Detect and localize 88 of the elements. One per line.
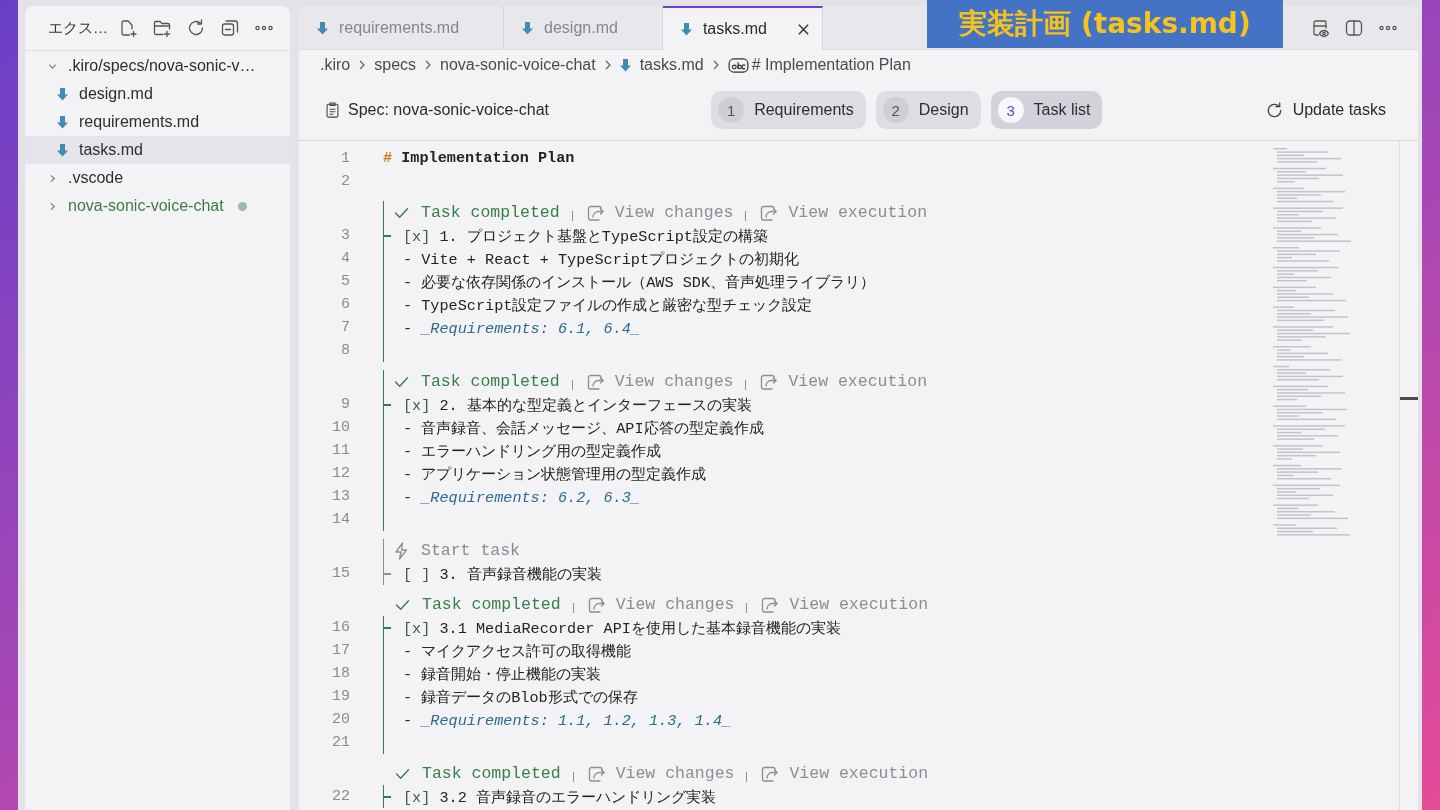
line-number: 10 xyxy=(332,419,350,436)
down-arrow-icon xyxy=(57,143,68,157)
code-line: - 録音データのBlob形式での保存 xyxy=(403,689,638,707)
code-line: - 音声録音、会話メッセージ、API応答の型定義作成 xyxy=(403,420,764,438)
breadcrumb-item[interactable]: .kiro xyxy=(320,56,351,74)
line-number: 11 xyxy=(332,442,350,459)
refresh-icon[interactable] xyxy=(186,18,206,38)
scroll-position-marker xyxy=(1400,397,1418,400)
code-line: - _Requirements: 6.2, 6.3_ xyxy=(403,489,640,507)
code-line: - マイクアクセス許可の取得機能 xyxy=(403,643,632,661)
chevron-right-icon xyxy=(711,59,720,71)
code-line: - TypeScript設定ファイルの作成と厳密な型チェック設定 xyxy=(403,297,813,315)
line-number: 4 xyxy=(341,250,350,267)
line-number: 9 xyxy=(341,396,350,413)
line-number: 1 xyxy=(341,150,350,167)
new-file-icon[interactable] xyxy=(118,18,138,38)
code-line: - _Requirements: 6.1, 6.4_ xyxy=(403,320,640,338)
tree-item[interactable]: tasks.md xyxy=(25,136,290,164)
line-number: 12 xyxy=(332,465,350,482)
step-number: 2 xyxy=(882,97,909,123)
breadcrumb-item[interactable]: nova-sonic-voice-chat xyxy=(440,56,596,74)
step-tab[interactable]: 1 Requirements xyxy=(711,91,866,129)
chevron-right-icon xyxy=(603,59,612,71)
breadcrumb-item[interactable]: # Implementation Plan xyxy=(727,56,911,74)
code-line: - エラーハンドリング用の型定義作成 xyxy=(403,443,662,461)
line-number: 20 xyxy=(332,711,350,728)
spec-title: Spec: nova-sonic-voice-chat xyxy=(348,101,549,119)
line-number: 15 xyxy=(332,565,350,582)
split-editor-icon[interactable] xyxy=(1344,18,1364,38)
task-status: Task completed xyxy=(421,372,560,391)
step-tab[interactable]: 2 Design xyxy=(875,91,981,129)
down-arrow-icon xyxy=(522,21,534,35)
update-tasks-button[interactable]: Update tasks xyxy=(1264,100,1386,120)
code-line: [ ] 3. 音声録音機能の実装 xyxy=(403,566,602,584)
line-number: 17 xyxy=(332,642,350,659)
collapse-all-icon[interactable] xyxy=(220,18,240,38)
new-folder-icon[interactable] xyxy=(152,18,172,38)
breadcrumb-item[interactable]: tasks.md xyxy=(619,56,704,74)
code-line: [x] 2. 基本的な型定義とインターフェースの実装 xyxy=(403,397,752,415)
step-tab[interactable]: 3 Task list xyxy=(990,91,1103,129)
task-status: Task completed xyxy=(421,203,560,222)
down-arrow-icon xyxy=(57,87,68,101)
breadcrumb-item[interactable]: specs xyxy=(374,56,417,74)
task-status: Task completed xyxy=(422,595,561,614)
tree-item[interactable]: .vscode xyxy=(25,164,290,192)
code-line: # Implementation Plan xyxy=(383,148,575,169)
code-line: - アプリケーション状態管理用の型定義作成 xyxy=(403,466,707,484)
document-eye-icon[interactable] xyxy=(1310,18,1330,38)
code-line: - _Requirements: 1.1, 1.2, 1.3, 1.4_ xyxy=(403,712,732,730)
line-number: 16 xyxy=(332,619,350,636)
slide-title: 実装計画 (tasks.md) xyxy=(927,0,1283,48)
tree-item[interactable]: nova-sonic-voice-chat xyxy=(25,192,290,220)
chevron-right-icon xyxy=(358,59,367,71)
down-arrow-icon xyxy=(619,58,631,72)
down-arrow-icon xyxy=(317,21,328,35)
task-status: Task completed xyxy=(422,764,561,783)
close-icon[interactable] xyxy=(796,22,810,36)
line-number: 21 xyxy=(332,734,350,751)
editor-tab[interactable]: tasks.md xyxy=(662,6,823,50)
code-line: - Vite + React + TypeScriptプロジェクトの初期化 xyxy=(403,251,800,269)
down-arrow-icon xyxy=(57,115,68,129)
down-arrow-icon xyxy=(680,22,692,36)
line-number: 22 xyxy=(332,788,350,805)
explorer-title: エクス… xyxy=(48,18,108,38)
line-number: 19 xyxy=(332,688,350,705)
clipboard-icon xyxy=(325,101,340,119)
line-number: 6 xyxy=(341,296,350,313)
line-number: 13 xyxy=(332,488,350,505)
tree-item[interactable]: .kiro/specs/nova-sonic-v… xyxy=(25,52,290,80)
line-number: 3 xyxy=(341,227,350,244)
code-line: [x] 3.1 MediaRecorder APIを使用した基本録音機能の実装 xyxy=(403,620,841,638)
code-line: - 必要な依存関係のインストール（AWS SDK、音声処理ライブラリ） xyxy=(403,274,876,292)
tree-item[interactable]: design.md xyxy=(25,80,290,108)
chevron-right-icon xyxy=(424,59,433,71)
line-number: 18 xyxy=(332,665,350,682)
step-number: 1 xyxy=(718,97,745,123)
step-number: 3 xyxy=(997,97,1024,123)
code-line: - 録音開始・停止機能の実装 xyxy=(403,666,602,684)
line-number: 14 xyxy=(332,511,350,528)
status-dot-icon xyxy=(237,201,247,211)
line-number: 8 xyxy=(341,342,350,359)
line-number: 7 xyxy=(341,319,350,336)
symbol-icon xyxy=(727,57,749,73)
line-number: 5 xyxy=(341,273,350,290)
tree-item[interactable]: requirements.md xyxy=(25,108,290,136)
line-number: 2 xyxy=(341,173,350,190)
code-line: [x] 3.2 音声録音のエラーハンドリング実装 xyxy=(403,789,716,807)
code-line: [x] 1. プロジェクト基盤とTypeScript設定の構築 xyxy=(403,228,768,246)
